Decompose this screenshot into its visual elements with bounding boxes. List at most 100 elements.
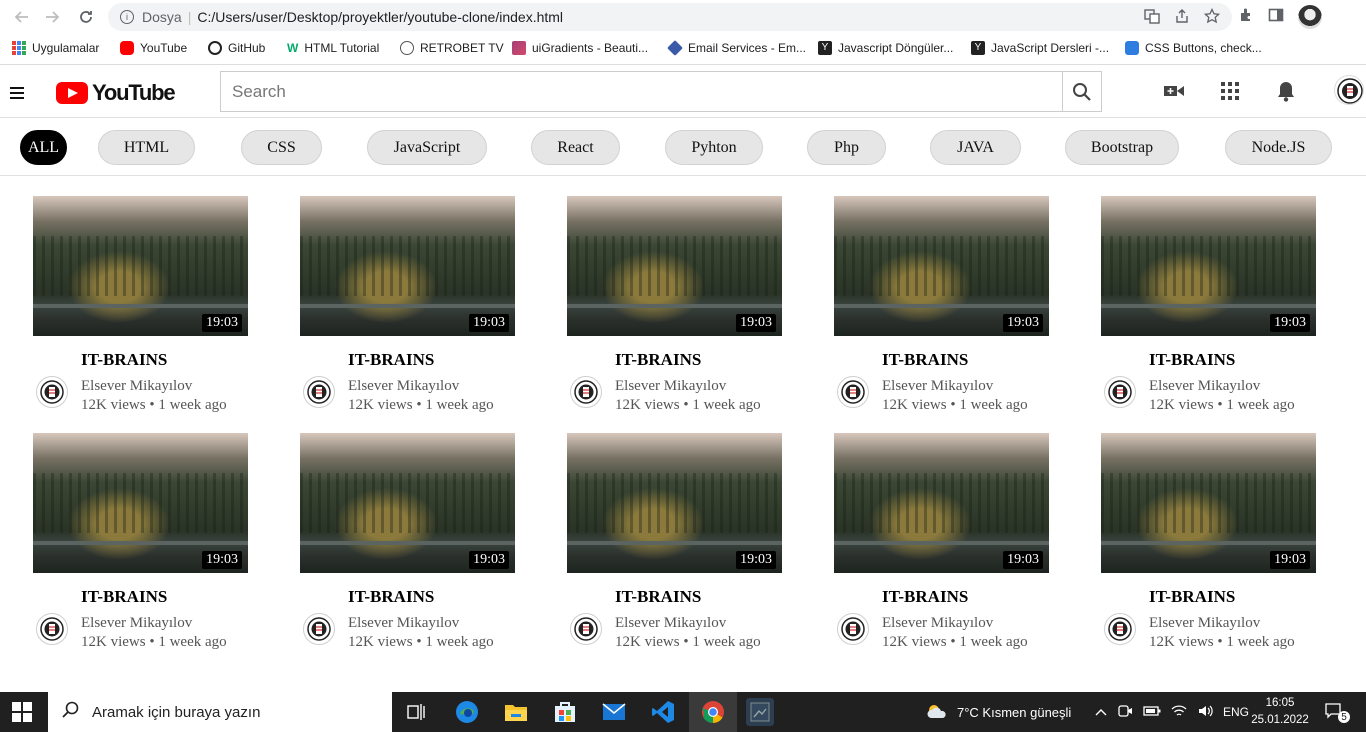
video-card[interactable]: 19:03 IT-BRAINS Elsever Mikayılov 12K views… [300,433,530,663]
video-title[interactable]: IT-BRAINS [615,350,701,370]
video-card[interactable]: 19:03 IT-BRAINS Elsever Mikayılov 12K views… [300,196,530,426]
chip-bootstrap[interactable]: Bootstrap [1065,130,1179,165]
bookmark-item[interactable]: Y Javascript Döngüler... [818,41,953,55]
video-thumbnail[interactable]: 19:03 [1101,433,1316,573]
video-thumbnail[interactable]: 19:03 [300,433,515,573]
video-thumbnail[interactable]: 19:03 [33,433,248,573]
chip-javascript[interactable]: JavaScript [367,130,487,165]
video-card[interactable]: 19:03 IT-BRAINS Elsever Mikayılov 12K views… [567,433,797,663]
app-window-icon[interactable] [746,698,774,726]
bookmark-item[interactable]: RETROBET TV [400,41,504,55]
vscode-icon[interactable] [649,698,677,726]
browser-profile-avatar[interactable] [1298,5,1322,29]
chip-pyhton[interactable]: Pyhton [665,130,763,165]
bookmark-item[interactable]: Email Services - Em... [667,40,806,56]
battery-icon[interactable] [1143,705,1161,720]
side-panel-icon[interactable] [1268,7,1284,28]
task-view-icon[interactable] [403,698,431,726]
channel-name[interactable]: Elsever Mikayılov [615,378,726,395]
address-bar[interactable]: i Dosya | C:/Users/user/Desktop/proyektl… [108,3,1232,31]
channel-name[interactable]: Elsever Mikayılov [1149,615,1260,632]
system-clock[interactable]: 16:05 25.01.2022 [1250,695,1310,729]
video-card[interactable]: 19:03 IT-BRAINS Elsever Mikayılov 12K views… [33,196,263,426]
channel-name[interactable]: Elsever Mikayılov [348,615,459,632]
video-title[interactable]: IT-BRAINS [81,350,167,370]
channel-avatar[interactable] [1104,376,1136,408]
channel-avatar[interactable] [36,376,68,408]
channel-avatar[interactable] [36,613,68,645]
video-title[interactable]: IT-BRAINS [81,587,167,607]
video-thumbnail[interactable]: 19:03 [834,196,1049,336]
channel-name[interactable]: Elsever Mikayılov [348,378,459,395]
taskbar-search-input[interactable]: Aramak için buraya yazın [48,692,392,732]
channel-name[interactable]: Elsever Mikayılov [615,615,726,632]
channel-name[interactable]: Elsever Mikayılov [1149,378,1260,395]
video-thumbnail[interactable]: 19:03 [834,433,1049,573]
video-title[interactable]: IT-BRAINS [882,350,968,370]
edge-icon[interactable] [453,698,481,726]
channel-name[interactable]: Elsever Mikayılov [81,615,192,632]
bell-icon[interactable] [1274,79,1298,103]
video-thumbnail[interactable]: 19:03 [33,196,248,336]
video-thumbnail[interactable]: 19:03 [300,196,515,336]
bookmark-item[interactable]: Uygulamalar [12,41,99,55]
video-title[interactable]: IT-BRAINS [348,587,434,607]
chip-php[interactable]: Php [807,130,886,165]
mail-icon[interactable] [600,698,628,726]
chip-html[interactable]: HTML [98,130,195,165]
video-title[interactable]: IT-BRAINS [882,587,968,607]
volume-icon[interactable] [1197,704,1213,721]
user-avatar[interactable] [1334,75,1364,105]
bookmark-item[interactable]: GitHub [208,41,265,55]
video-title[interactable]: IT-BRAINS [1149,587,1235,607]
bookmark-item[interactable]: Y JavaScript Dersleri -... [971,41,1109,55]
video-card[interactable]: 19:03 IT-BRAINS Elsever Mikayılov 12K views… [567,196,797,426]
youtube-logo[interactable]: YouTube [56,80,176,106]
video-thumbnail[interactable]: 19:03 [567,196,782,336]
file-explorer-icon[interactable] [502,698,530,726]
channel-name[interactable]: Elsever Mikayılov [882,615,993,632]
chrome-icon[interactable] [699,698,727,726]
meet-now-icon[interactable] [1117,703,1133,722]
forward-arrow-icon[interactable] [40,5,64,29]
windows-start-icon[interactable] [12,702,32,722]
bookmark-star-icon[interactable] [1203,7,1221,28]
bookmark-item[interactable]: uiGradients - Beauti... [512,41,648,55]
channel-avatar[interactable] [1104,613,1136,645]
info-icon[interactable]: i [120,10,134,24]
wifi-icon[interactable] [1171,704,1187,721]
menu-icon[interactable] [10,87,24,99]
search-input[interactable]: Search [220,71,1063,112]
reload-icon[interactable] [74,5,98,29]
video-thumbnail[interactable]: 19:03 [1101,196,1316,336]
chevron-up-icon[interactable] [1095,705,1107,720]
translate-icon[interactable] [1144,8,1160,28]
channel-name[interactable]: Elsever Mikayılov [882,378,993,395]
address-url[interactable]: C:/Users/user/Desktop/proyektler/youtube… [197,9,563,25]
search-button[interactable] [1062,71,1102,112]
video-camera-icon[interactable] [1162,79,1186,103]
channel-avatar[interactable] [570,376,602,408]
video-card[interactable]: 19:03 IT-BRAINS Elsever Mikayılov 12K views… [33,433,263,663]
apps-icon[interactable] [1218,79,1242,103]
chip-java[interactable]: JAVA [930,130,1021,165]
share-icon[interactable] [1174,8,1190,28]
channel-name[interactable]: Elsever Mikayılov [81,378,192,395]
extensions-icon[interactable] [1238,7,1254,28]
chip-react[interactable]: React [531,130,620,165]
video-title[interactable]: IT-BRAINS [348,350,434,370]
chip-all[interactable]: ALL [20,130,67,165]
video-card[interactable]: 19:03 IT-BRAINS Elsever Mikayılov 12K views… [1101,196,1331,426]
video-card[interactable]: 19:03 IT-BRAINS Elsever Mikayılov 12K views… [834,196,1064,426]
store-icon[interactable] [551,698,579,726]
bookmark-item[interactable]: CSS Buttons, check... [1125,41,1262,55]
bookmark-item[interactable]: YouTube [120,41,187,55]
weather-widget[interactable]: 7°C Kısmen güneşli [925,692,1071,732]
bookmark-item[interactable]: W HTML Tutorial [287,41,379,55]
channel-avatar[interactable] [837,613,869,645]
channel-avatar[interactable] [303,613,335,645]
video-card[interactable]: 19:03 IT-BRAINS Elsever Mikayılov 12K views… [834,433,1064,663]
channel-avatar[interactable] [570,613,602,645]
video-card[interactable]: 19:03 IT-BRAINS Elsever Mikayılov 12K views… [1101,433,1331,663]
back-arrow-icon[interactable] [10,5,34,29]
